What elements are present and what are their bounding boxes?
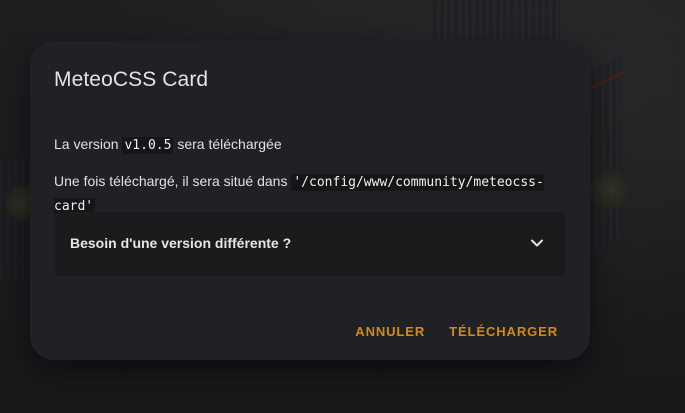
version-code: v1.0.5 [122, 137, 174, 154]
cancel-button[interactable]: ANNULER [355, 324, 425, 339]
expander-label: Besoin d'une version différente ? [70, 235, 292, 251]
location-prefix: Une fois téléchargé, il sera situé dans [54, 173, 292, 189]
version-suffix: sera téléchargée [173, 136, 282, 152]
dialog-title: MeteoCSS Card [54, 68, 209, 91]
download-dialog: MeteoCSS Card La version v1.0.5 sera tél… [30, 41, 590, 360]
version-line: La version v1.0.5 sera téléchargée [54, 133, 282, 157]
dialog-actions: ANNULER TÉLÉCHARGER [355, 324, 558, 339]
chevron-down-icon [531, 239, 543, 247]
location-line: Une fois téléchargé, il sera situé dans … [54, 170, 574, 218]
version-prefix: La version [54, 136, 123, 152]
version-expander[interactable]: Besoin d'une version différente ? [54, 212, 566, 276]
background-tree [590, 170, 630, 210]
download-button[interactable]: TÉLÉCHARGER [449, 324, 558, 339]
